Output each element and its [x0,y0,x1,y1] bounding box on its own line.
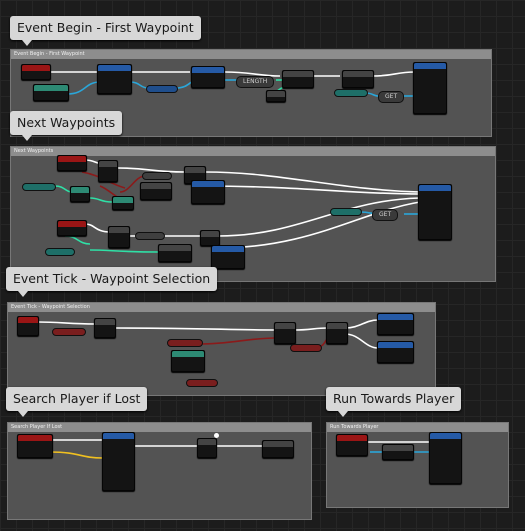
get-label: GET [385,93,398,100]
branch-node[interactable] [342,70,374,88]
comment-title-search-player[interactable]: Search Player if Lost [6,387,148,417]
get-label: GET [379,211,392,218]
float-wire [64,235,91,245]
exec-wire [114,327,276,331]
math-node[interactable] [112,196,134,210]
exec-wire [344,333,379,349]
variable-getter[interactable] [45,248,75,256]
branch-node[interactable] [98,160,118,182]
bool-getter[interactable] [290,344,322,352]
bool-getter[interactable] [52,328,86,336]
custom-event-node[interactable] [336,434,368,456]
bool-wire [199,337,276,345]
event-begin-play-node[interactable] [21,64,51,80]
delay-clock-icon [214,433,219,438]
exec-wire [37,321,96,325]
branch-node[interactable] [326,322,348,344]
comment-title-waypoint-selection[interactable]: Event Tick - Waypoint Selection [6,267,218,297]
compare-node[interactable] [282,70,314,88]
function-call-node[interactable] [211,245,245,269]
get-player-node[interactable] [382,444,414,460]
array-getter[interactable] [330,208,362,216]
float-wire [89,249,161,253]
custom-event-node[interactable] [57,220,87,236]
branch-node[interactable] [94,318,116,338]
branch-node[interactable] [274,322,296,344]
object-wire [67,81,101,95]
cast-node[interactable] [97,64,132,94]
ai-move-to-node[interactable] [418,184,452,240]
custom-event-node[interactable] [17,434,53,458]
sequence-node[interactable] [200,230,220,246]
delay-node[interactable] [197,438,217,458]
function-call-node[interactable] [377,313,414,335]
variable-getter[interactable] [22,183,56,191]
exec-wire [294,327,328,331]
branch-node[interactable] [108,226,130,248]
ai-move-to-location-node[interactable] [102,432,135,491]
variable-getter[interactable] [142,172,172,180]
length-node[interactable]: LENGTH [236,76,275,88]
get-array-node[interactable]: GET [378,91,405,103]
ai-move-to-node[interactable] [413,62,447,114]
array-getter[interactable] [334,89,368,97]
comment-title-first-waypoint[interactable]: Event Begin - First Waypoint [10,16,201,46]
comment-title-run-towards-player[interactable]: Run Towards Player [326,387,462,417]
variable-getter[interactable] [135,232,165,240]
exec-wire [84,223,111,233]
bool-getter[interactable] [167,339,203,347]
math-node[interactable] [70,186,90,202]
int-literal-node[interactable] [266,90,286,102]
exec-wire [372,71,416,77]
custom-event-node[interactable] [57,155,87,171]
set-node[interactable] [158,244,192,262]
function-call-node[interactable] [262,440,294,458]
function-call-node[interactable] [377,341,414,363]
event-tick-node[interactable] [17,316,39,336]
float-wire [89,197,113,203]
bool-getter[interactable] [186,379,218,387]
length-label: LENGTH [243,78,268,85]
pure-function-node[interactable] [171,350,205,372]
set-node[interactable] [140,182,172,200]
exec-wire [344,319,379,329]
variable-getter[interactable] [146,85,178,93]
comment-title-next-waypoints[interactable]: Next Waypoints [10,111,123,141]
ai-move-to-node[interactable] [429,432,462,484]
get-controller-node[interactable] [33,84,69,101]
vector-wire [49,451,104,459]
get-array-node[interactable]: GET [372,209,399,221]
function-call-node[interactable] [191,180,225,204]
set-variable-node[interactable] [191,66,225,88]
